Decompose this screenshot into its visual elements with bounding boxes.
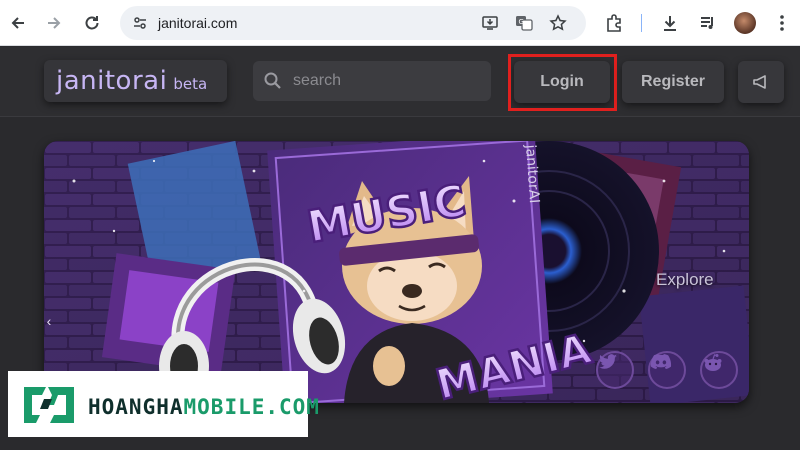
watermark-text: HOANGHAMOBILE.COM	[88, 395, 320, 419]
logo-badge: beta	[173, 75, 208, 93]
media-control-icon[interactable]	[696, 11, 720, 35]
site-header: janitorai beta Login Register	[0, 47, 800, 117]
watermark-text-dark: HOANGHA	[88, 395, 184, 419]
extensions-icon[interactable]	[602, 11, 626, 35]
twitter-icon[interactable]	[596, 351, 634, 389]
search-input[interactable]	[293, 71, 483, 91]
hoangha-logo-mark	[24, 387, 74, 423]
forward-arrow-icon[interactable]	[42, 11, 66, 35]
reddit-icon[interactable]	[700, 351, 738, 389]
logo-name: janitorai	[56, 66, 168, 96]
explore-link[interactable]: Explore	[656, 270, 714, 290]
site-logo[interactable]: janitorai beta	[44, 60, 227, 102]
reload-icon[interactable]	[80, 11, 104, 35]
download-icon[interactable]	[658, 11, 682, 35]
search-box[interactable]	[253, 61, 491, 101]
menu-icon[interactable]	[770, 11, 794, 35]
site-info-icon[interactable]	[130, 13, 150, 33]
announcement-button[interactable]	[738, 61, 784, 103]
address-bar[interactable]: janitorai.com G	[120, 6, 586, 40]
svg-text:G: G	[519, 18, 524, 26]
search-icon	[264, 72, 281, 89]
translate-icon[interactable]: G	[514, 13, 534, 33]
discord-icon[interactable]	[648, 351, 686, 389]
bookmark-star-icon[interactable]	[548, 13, 568, 33]
banner-prev-arrow[interactable]: ‹	[44, 309, 54, 333]
browser-toolbar: janitorai.com G	[0, 0, 800, 46]
back-arrow-icon[interactable]	[6, 11, 30, 35]
register-button[interactable]: Register	[622, 61, 724, 103]
watermark-logo: HOANGHAMOBILE.COM	[8, 371, 319, 437]
megaphone-icon	[753, 75, 766, 89]
login-button[interactable]: Login	[514, 61, 610, 103]
profile-avatar[interactable]	[734, 12, 756, 34]
url-text[interactable]: janitorai.com	[158, 15, 237, 31]
banner-artwork: MUSIC MANIA janitorAI	[44, 141, 749, 403]
install-app-icon[interactable]	[480, 13, 500, 33]
hero-banner[interactable]: MUSIC MANIA janitorAI ‹ Explore	[44, 141, 749, 403]
watermark-text-green: MOBILE.COM	[183, 395, 320, 419]
toolbar-divider	[641, 14, 642, 32]
